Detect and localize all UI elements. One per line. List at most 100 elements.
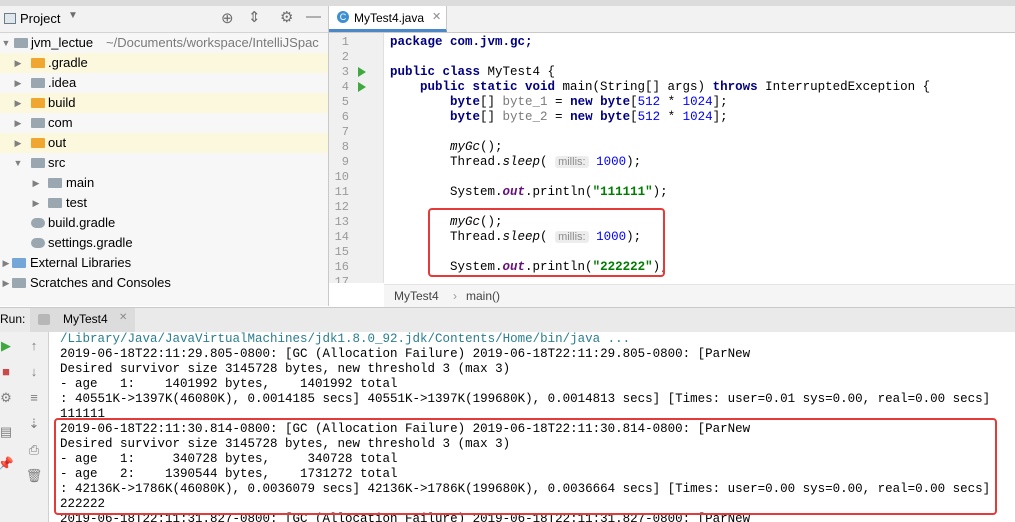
param-hint: millis: [555, 156, 589, 168]
tree-item-out[interactable]: ▶ out [0, 133, 328, 153]
tree-item-src[interactable]: ▼ src [0, 153, 328, 173]
chevron-down-icon[interactable]: ▼ [0, 33, 12, 53]
code-text: = [547, 95, 571, 109]
folder-icon [31, 98, 45, 108]
locate-icon[interactable]: ⊕ [221, 9, 234, 27]
run-toolbar-secondary: ↑ ↓ ≡ ⇣ ⎙ 🗑 [20, 332, 49, 522]
tree-item-label: out [48, 135, 67, 150]
code-line-6: byte[] byte_2 = new byte[512 * 1024]; [390, 110, 728, 125]
arrow-up-icon[interactable]: ↑ [24, 338, 44, 353]
chevron-right-icon[interactable]: ▶ [12, 93, 24, 113]
chevron-right-icon[interactable]: ▶ [30, 173, 42, 193]
chevron-right-icon[interactable]: ▶ [0, 273, 12, 293]
breadcrumb-separator-icon: › [453, 289, 457, 303]
code-text: System. [390, 185, 503, 199]
code-line-5: byte[] byte_1 = new byte[512 * 1024]; [390, 95, 728, 110]
code-text: (); [480, 140, 503, 154]
editor-gutter: 1 2 3 4 5 6 7 8 9 10 11 12 13 14 15 16 1… [329, 33, 384, 283]
run-main-icon[interactable] [358, 82, 366, 92]
code-text: package com.jvm.gc; [390, 35, 533, 49]
chevron-down-icon[interactable]: ▼ [12, 153, 24, 173]
breadcrumb-method[interactable]: main() [466, 285, 500, 307]
soft-wrap-icon[interactable]: ≡ [24, 390, 44, 405]
tree-item-external-libraries[interactable]: ▶ External Libraries [0, 253, 328, 273]
close-icon[interactable]: ✕ [432, 10, 441, 23]
tree-item-label: main [66, 175, 95, 190]
code-text: byte [390, 95, 481, 109]
stop-icon[interactable]: ■ [0, 364, 16, 379]
code-line-8: myGc(); [390, 140, 503, 155]
code-text: byte_1 [502, 95, 548, 109]
run-tab-mytest4[interactable]: MyTest4 ✕ [30, 308, 135, 332]
chevron-down-icon[interactable]: ▼ [68, 10, 78, 21]
console-line: 2019-06-18T22:11:29.805-0800: [GC (Alloc… [60, 347, 751, 361]
code-text: myGc [450, 140, 481, 154]
console-line: /Library/Java/JavaVirtualMachines/jdk1.8… [60, 332, 631, 346]
folder-icon [31, 158, 45, 168]
editor-tab-bar: C MyTest4.java ✕ [329, 6, 1015, 33]
tree-item-gradle-dir[interactable]: ▶ .gradle [0, 53, 328, 73]
tree-item-settings-gradle[interactable]: settings.gradle [0, 233, 328, 253]
tree-root-jvm-lectue[interactable]: ▼ jvm_lectue ~/Documents/workspace/Intel… [0, 33, 328, 53]
chevron-right-icon[interactable]: ▶ [12, 113, 24, 133]
chevron-right-icon[interactable]: ▶ [30, 193, 42, 213]
project-panel: Project ▼ ⊕ ⇕ ⚙ — ▼ jvm_lectue ~/Documen… [0, 6, 329, 306]
java-class-icon: C [337, 11, 349, 23]
code-text: 1024 [682, 110, 713, 124]
code-text: [ [630, 95, 638, 109]
gradle-icon [31, 218, 45, 228]
breadcrumb: MyTest4 › main() [384, 284, 1015, 307]
tree-item-build[interactable]: ▶ build [0, 93, 328, 113]
code-text: out [502, 185, 526, 199]
code-text: new byte [570, 95, 631, 109]
code-text: 512 [637, 110, 661, 124]
line-number: 6 [341, 110, 349, 124]
collapse-all-icon[interactable]: ⇕ [248, 8, 261, 26]
tree-item-main[interactable]: ▶ main [0, 173, 328, 193]
chevron-right-icon[interactable]: ▶ [12, 133, 24, 153]
tree-item-idea[interactable]: ▶ .idea [0, 73, 328, 93]
code-text: 1000 [596, 155, 627, 169]
gear-icon[interactable]: ⚙ [280, 8, 293, 26]
run-config-icon [38, 314, 50, 325]
line-number: 12 [334, 200, 349, 214]
arrow-down-icon[interactable]: ↓ [24, 364, 44, 379]
line-number: 13 [334, 215, 349, 229]
folder-icon [31, 78, 45, 88]
code-editor[interactable]: package com.jvm.gc; public class MyTest4… [384, 33, 1015, 283]
scroll-to-end-icon[interactable]: ⇣ [24, 416, 44, 432]
settings-icon[interactable]: ⚙ [0, 390, 16, 406]
code-text: public static void [390, 80, 556, 94]
tab-mytest4-java[interactable]: C MyTest4.java ✕ [329, 6, 447, 32]
layout-icon[interactable]: ▤ [0, 424, 16, 440]
run-class-icon[interactable] [358, 67, 366, 77]
code-text: byte_2 [502, 110, 548, 124]
tree-item-com[interactable]: ▶ com [0, 113, 328, 133]
hide-panel-icon[interactable]: — [306, 8, 321, 25]
trash-icon[interactable]: 🗑 [24, 468, 44, 484]
code-text: = [547, 110, 571, 124]
chevron-right-icon[interactable]: ▶ [12, 73, 24, 93]
close-icon[interactable]: ✕ [119, 312, 127, 323]
line-number: 15 [334, 245, 349, 259]
pin-icon[interactable]: 📌 [0, 456, 16, 472]
print-icon[interactable]: ⎙ [24, 442, 44, 458]
tree-item-scratches[interactable]: ▶ Scratches and Consoles [0, 273, 328, 293]
project-view-title[interactable]: Project [20, 11, 60, 26]
root-path: ~/Documents/workspace/IntelliJSpac [106, 35, 319, 50]
folder-icon [31, 138, 45, 148]
rerun-icon[interactable]: ▶ [0, 338, 16, 354]
chevron-right-icon[interactable]: ▶ [12, 53, 24, 73]
tree-item-label: Scratches and Consoles [30, 275, 171, 290]
code-line-3: public class MyTest4 { [390, 65, 555, 80]
console-output[interactable]: /Library/Java/JavaVirtualMachines/jdk1.8… [49, 332, 1015, 522]
tree-item-build-gradle[interactable]: build.gradle [0, 213, 328, 233]
code-text: 512 [637, 95, 661, 109]
line-number: 8 [341, 140, 349, 154]
breadcrumb-class[interactable]: MyTest4 [394, 285, 439, 307]
code-text: MyTest4 { [480, 65, 556, 79]
tree-item-label: .idea [48, 75, 77, 90]
tree-item-test[interactable]: ▶ test [0, 193, 328, 213]
chevron-right-icon[interactable]: ▶ [0, 253, 12, 273]
library-icon [12, 258, 26, 268]
